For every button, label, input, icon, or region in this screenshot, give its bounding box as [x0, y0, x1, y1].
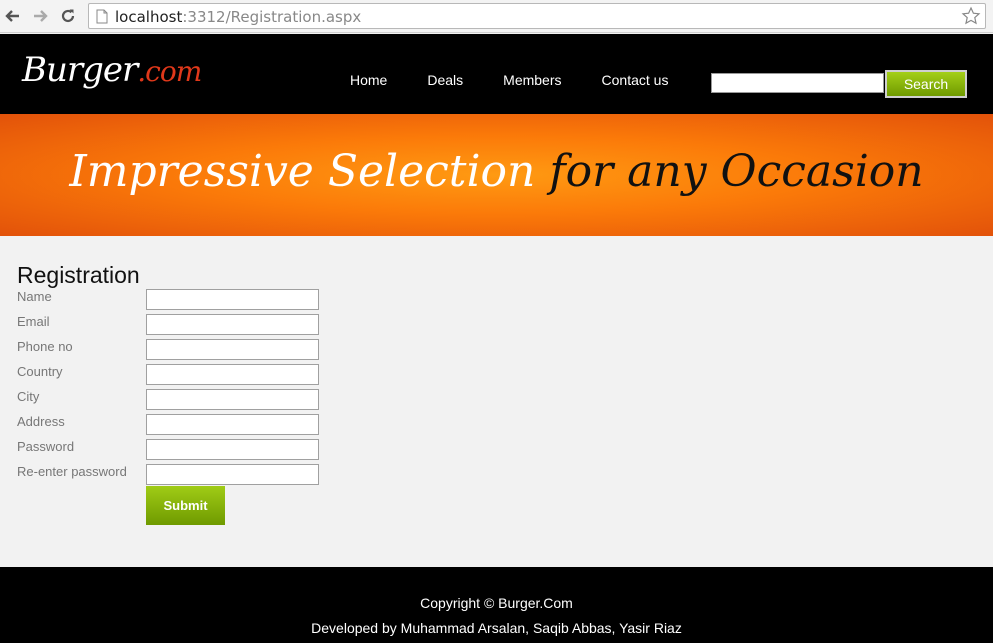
- city-field[interactable]: [146, 389, 319, 410]
- reload-button[interactable]: [57, 5, 79, 27]
- address-bar[interactable]: localhost:3312/Registration.aspx: [88, 3, 986, 29]
- back-button[interactable]: [2, 5, 24, 27]
- reload-icon: [61, 9, 75, 23]
- forward-button[interactable]: [29, 5, 51, 27]
- country-field[interactable]: [146, 364, 319, 385]
- hero-banner: Impressive Selection for any Occasion: [0, 114, 993, 236]
- form-row-city: City: [17, 389, 327, 411]
- submit-button[interactable]: Submit: [146, 486, 225, 525]
- menu-item-deals[interactable]: Deals: [407, 72, 483, 88]
- footer-credits: Developed by Muhammad Arsalan, Saqib Abb…: [311, 620, 682, 636]
- form-row-name: Name: [17, 289, 327, 311]
- banner-text-white: Impressive Selection: [69, 146, 550, 197]
- form-row-phone: Phone no: [17, 339, 327, 361]
- password-field[interactable]: [146, 439, 319, 460]
- registration-section: Registration Name Email Phone no Country…: [0, 236, 993, 567]
- confirm-password-label: Re-enter password: [17, 464, 127, 479]
- site-logo[interactable]: Burger.com: [22, 50, 202, 90]
- search-input[interactable]: [711, 73, 884, 93]
- back-arrow-icon: [5, 10, 19, 22]
- city-label: City: [17, 389, 40, 404]
- site-footer: Copyright © Burger.Com Developed by Muha…: [0, 567, 993, 643]
- menu-item-home[interactable]: Home: [330, 72, 407, 88]
- address-label: Address: [17, 414, 65, 429]
- form-row-country: Country: [17, 364, 327, 386]
- confirm-password-field[interactable]: [146, 464, 319, 485]
- email-label: Email: [17, 314, 50, 329]
- footer-copyright: Copyright © Burger.Com: [420, 595, 573, 611]
- form-row-address: Address: [17, 414, 327, 436]
- bookmark-star-icon[interactable]: [961, 6, 981, 26]
- email-field[interactable]: [146, 314, 319, 335]
- form-row-email: Email: [17, 314, 327, 336]
- url-text: localhost:3312/Registration.aspx: [115, 8, 361, 26]
- menu-item-members[interactable]: Members: [483, 72, 581, 88]
- site-header: Burger.com Home Deals Members Contact us…: [0, 34, 993, 114]
- main-menu: Home Deals Members Contact us: [330, 72, 688, 88]
- banner-text-black: for any Occasion: [549, 146, 924, 197]
- url-host: localhost: [115, 8, 183, 26]
- phone-field[interactable]: [146, 339, 319, 360]
- logo-accent: .com: [137, 55, 202, 88]
- form-row-password: Password: [17, 439, 327, 461]
- page-title: Registration: [17, 262, 140, 288]
- form-row-confirm-password: Re-enter password: [17, 464, 327, 486]
- menu-item-contact[interactable]: Contact us: [582, 72, 689, 88]
- browser-toolbar: localhost:3312/Registration.aspx: [0, 0, 993, 33]
- phone-label: Phone no: [17, 339, 73, 354]
- forward-arrow-icon: [34, 10, 48, 22]
- password-label: Password: [17, 439, 75, 454]
- banner-tagline: Impressive Selection for any Occasion: [0, 146, 993, 197]
- country-label: Country: [17, 364, 63, 379]
- page-icon: [96, 9, 108, 24]
- name-field[interactable]: [146, 289, 319, 310]
- address-field[interactable]: [146, 414, 319, 435]
- url-path: :3312/Registration.aspx: [182, 8, 362, 26]
- search-button[interactable]: Search: [885, 70, 967, 98]
- logo-main: Burger: [22, 50, 138, 90]
- name-label: Name: [17, 289, 52, 304]
